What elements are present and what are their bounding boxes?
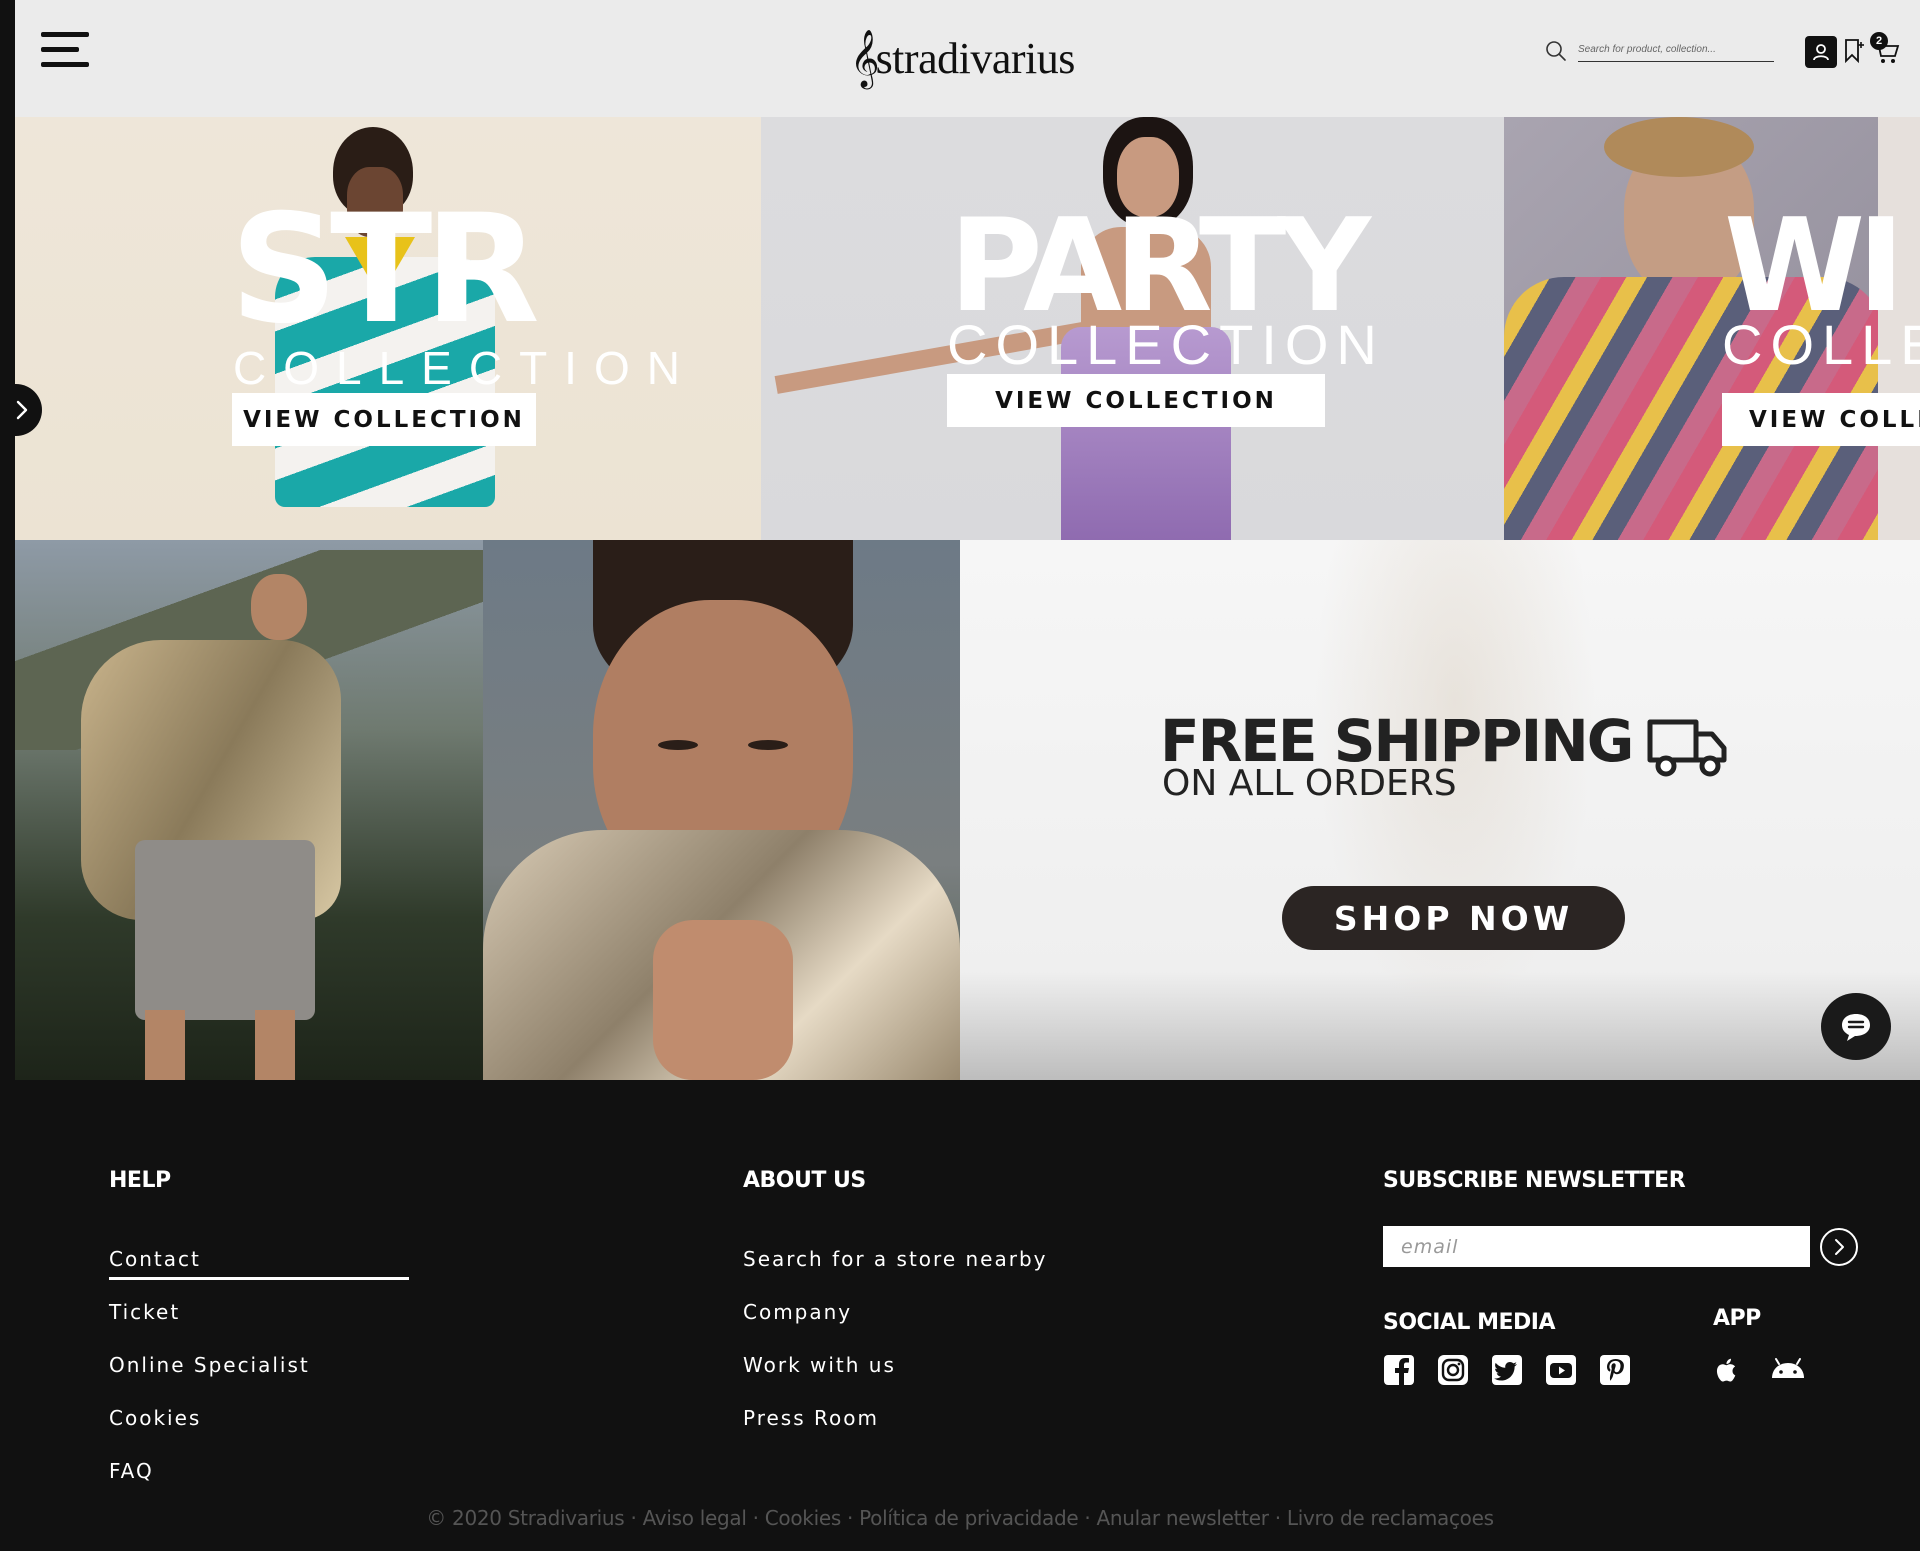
newsletter-email-field[interactable]	[1383, 1226, 1810, 1267]
banner-big-word: PARTY	[949, 192, 1371, 341]
account-button[interactable]	[1805, 36, 1837, 68]
about-link-company[interactable]: Company	[743, 1300, 852, 1324]
search-input[interactable]	[1578, 38, 1774, 62]
search-icon[interactable]	[1545, 40, 1567, 62]
chat-icon	[1842, 1013, 1870, 1041]
apple-icon[interactable]	[1711, 1354, 1743, 1386]
chevron-right-icon	[16, 400, 28, 420]
banner-collection-word: COLLE	[1722, 313, 1920, 376]
help-link-contact[interactable]: Contact	[109, 1247, 201, 1271]
left-edge-strip	[0, 0, 15, 1080]
portrait-photo[interactable]	[483, 540, 960, 1080]
help-link-ticket[interactable]: Ticket	[109, 1300, 180, 1324]
about-heading: ABOUT US	[743, 1168, 866, 1193]
wishlist-icon[interactable]	[1843, 38, 1865, 64]
instagram-icon[interactable]	[1437, 1354, 1469, 1386]
party-collection-banner[interactable]: PARTY COLLECTION VIEW COLLECTION	[761, 117, 1504, 540]
newsletter-submit-button[interactable]	[1820, 1228, 1858, 1266]
menu-icon[interactable]	[41, 32, 89, 68]
about-link-store-search[interactable]: Search for a store nearby	[743, 1247, 1047, 1271]
logo-text: stradivarius	[875, 33, 1076, 83]
banner-big-word: STR	[230, 183, 540, 357]
view-collection-button[interactable]: VIEW COLLE	[1722, 393, 1920, 446]
facebook-icon[interactable]	[1383, 1354, 1415, 1386]
truck-icon	[1647, 719, 1727, 777]
youtube-icon[interactable]	[1545, 1354, 1577, 1386]
help-heading: HELP	[109, 1168, 171, 1193]
newsletter-heading: SUBSCRIBE NEWSLETTER	[1383, 1168, 1686, 1193]
promo-title: FREE SHIPPING	[1160, 707, 1634, 775]
winter-collection-banner[interactable]: WI COLLE VIEW COLLE	[1504, 117, 1920, 540]
brand-logo[interactable]: 𝄞 stradivarius	[850, 28, 1075, 88]
android-icon[interactable]	[1768, 1354, 1808, 1386]
help-link-online-specialist[interactable]: Online Specialist	[109, 1353, 310, 1377]
help-link-faq[interactable]: FAQ	[109, 1459, 154, 1483]
search-bar	[1545, 38, 1785, 64]
social-media-heading: SOCIAL MEDIA	[1383, 1310, 1555, 1335]
site-header: 𝄞 stradivarius	[15, 0, 1920, 117]
puffer-jacket-photo[interactable]	[15, 540, 483, 1080]
about-link-work-with-us[interactable]: Work with us	[743, 1353, 896, 1377]
promo-subtitle: ON ALL ORDERS	[1162, 763, 1457, 804]
app-heading: APP	[1713, 1306, 1761, 1331]
about-link-press-room[interactable]: Press Room	[743, 1406, 879, 1430]
view-collection-button[interactable]: VIEW COLLECTION	[947, 374, 1325, 427]
active-link-underline	[109, 1277, 409, 1280]
user-icon	[1813, 44, 1829, 61]
banner-collection-word: COLLECTION	[947, 313, 1385, 376]
banner-big-word: WI	[1724, 192, 1905, 341]
str-collection-banner[interactable]: STR COLLECTION VIEW COLLECTION	[15, 117, 761, 540]
chat-button[interactable]	[1821, 993, 1891, 1060]
help-link-cookies[interactable]: Cookies	[109, 1406, 201, 1430]
pinterest-icon[interactable]	[1599, 1354, 1631, 1386]
shop-now-button[interactable]: SHOP NOW	[1282, 886, 1625, 950]
view-collection-button[interactable]: VIEW COLLECTION	[232, 393, 536, 446]
background-model-image	[1290, 540, 1620, 1080]
copyright-legal-links[interactable]: © 2020 Stradivarius · Aviso legal · Cook…	[0, 1506, 1920, 1530]
banner-collection-word: COLLECTION	[233, 342, 697, 394]
free-shipping-promo: FREE SHIPPING ON ALL ORDERS SHOP NOW	[960, 540, 1920, 1080]
twitter-icon[interactable]	[1491, 1354, 1523, 1386]
chevron-right-icon	[1835, 1239, 1844, 1255]
cart-count-badge: 2	[1870, 32, 1888, 50]
site-footer: HELP Contact Ticket Online Specialist Co…	[0, 1080, 1920, 1551]
